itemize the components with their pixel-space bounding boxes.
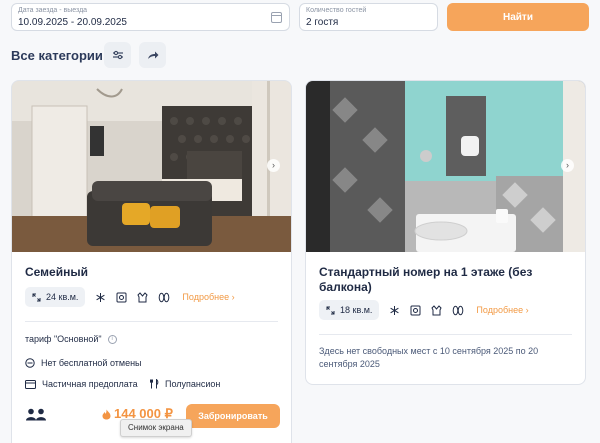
area-value: 18 кв.м. bbox=[340, 305, 373, 315]
two-persons-icon bbox=[26, 408, 46, 421]
more-details-link[interactable]: Подробнее › bbox=[476, 305, 528, 315]
find-button[interactable]: Найти bbox=[447, 3, 589, 31]
next-photo-arrow[interactable]: › bbox=[267, 159, 280, 172]
book-button[interactable]: Забронировать bbox=[186, 404, 280, 428]
safe-icon bbox=[410, 305, 421, 316]
expand-icon bbox=[32, 293, 41, 301]
share-arrow-icon bbox=[147, 51, 158, 59]
room-features: 24 кв.м. Подробнее › bbox=[25, 287, 235, 307]
room-name: Семейный bbox=[25, 265, 88, 279]
tariff-name: тариф "Основной" bbox=[25, 334, 102, 344]
sliders-icon bbox=[112, 50, 123, 60]
filter-button[interactable] bbox=[104, 42, 131, 68]
slippers-icon bbox=[158, 292, 170, 303]
divider bbox=[25, 321, 278, 322]
safe-icon bbox=[116, 292, 127, 303]
no-entry-icon bbox=[25, 358, 35, 368]
room-photo-standard[interactable]: › bbox=[306, 81, 585, 252]
area-badge: 24 кв.м. bbox=[25, 287, 86, 307]
dates-value: 10.09.2025 - 20.09.2025 bbox=[18, 17, 127, 28]
dates-label: Дата заезда - выезда bbox=[18, 7, 88, 14]
cancellation-text: Нет бесплатной отмены bbox=[41, 358, 142, 368]
snowflake-icon bbox=[389, 305, 400, 316]
payment-text: Частичная предоплата bbox=[42, 379, 138, 389]
next-photo-arrow[interactable]: › bbox=[561, 159, 574, 172]
guests-field[interactable]: Количество гостей 2 гостя bbox=[299, 3, 438, 31]
hotel-booking-page: Дата заезда - выезда 10.09.2025 - 20.09.… bbox=[0, 0, 600, 443]
availability-message: Здесь нет свободных мест с 10 сентября 2… bbox=[319, 346, 539, 369]
meal-text: Полупансион bbox=[165, 379, 221, 389]
more-details-label: Подробнее bbox=[182, 292, 230, 302]
bathrobe-icon bbox=[137, 291, 149, 303]
screenshot-tooltip: Снимок экрана bbox=[120, 419, 192, 437]
cutlery-icon bbox=[150, 379, 159, 389]
area-badge: 18 кв.м. bbox=[319, 300, 380, 320]
guests-label: Количество гостей bbox=[306, 7, 367, 14]
area-value: 24 кв.м. bbox=[46, 292, 79, 302]
guests-capacity bbox=[25, 408, 47, 426]
room-card-standard: › Стандартный номер на 1 этаже (без балк… bbox=[305, 80, 586, 385]
more-details-label: Подробнее bbox=[476, 305, 524, 315]
room-card-family: › Семейный 24 кв.м. Подробнее › тариф "О… bbox=[11, 80, 292, 443]
slippers-icon bbox=[452, 305, 464, 316]
share-button[interactable] bbox=[139, 42, 166, 68]
room-photo-family[interactable]: › bbox=[12, 81, 291, 252]
bathroom-photo bbox=[306, 81, 585, 252]
cancellation-row: Нет бесплатной отмены bbox=[25, 358, 142, 368]
categories-title: Все категории bbox=[11, 48, 103, 63]
tariff-row: тариф "Основной" i bbox=[25, 334, 117, 344]
bathrobe-icon bbox=[431, 304, 443, 316]
meal-row: Полупансион bbox=[150, 379, 220, 389]
dates-field[interactable]: Дата заезда - выезда 10.09.2025 - 20.09.… bbox=[11, 3, 290, 31]
flame-icon bbox=[102, 409, 111, 419]
credit-card-icon bbox=[25, 379, 36, 389]
guests-value: 2 гостя bbox=[306, 17, 339, 28]
more-details-link[interactable]: Подробнее › bbox=[182, 292, 234, 302]
payment-row: Частичная предоплата bbox=[25, 379, 138, 389]
calendar-icon[interactable] bbox=[271, 12, 282, 23]
expand-icon bbox=[326, 306, 335, 314]
divider bbox=[319, 334, 572, 335]
info-icon[interactable]: i bbox=[107, 334, 117, 344]
snowflake-icon bbox=[95, 292, 106, 303]
search-bar: Дата заезда - выезда 10.09.2025 - 20.09.… bbox=[11, 3, 589, 31]
room-features: 18 кв.м. Подробнее › bbox=[319, 300, 529, 320]
room-name: Стандартный номер на 1 этаже (без балкон… bbox=[319, 265, 533, 294]
bedroom-photo bbox=[12, 81, 291, 252]
